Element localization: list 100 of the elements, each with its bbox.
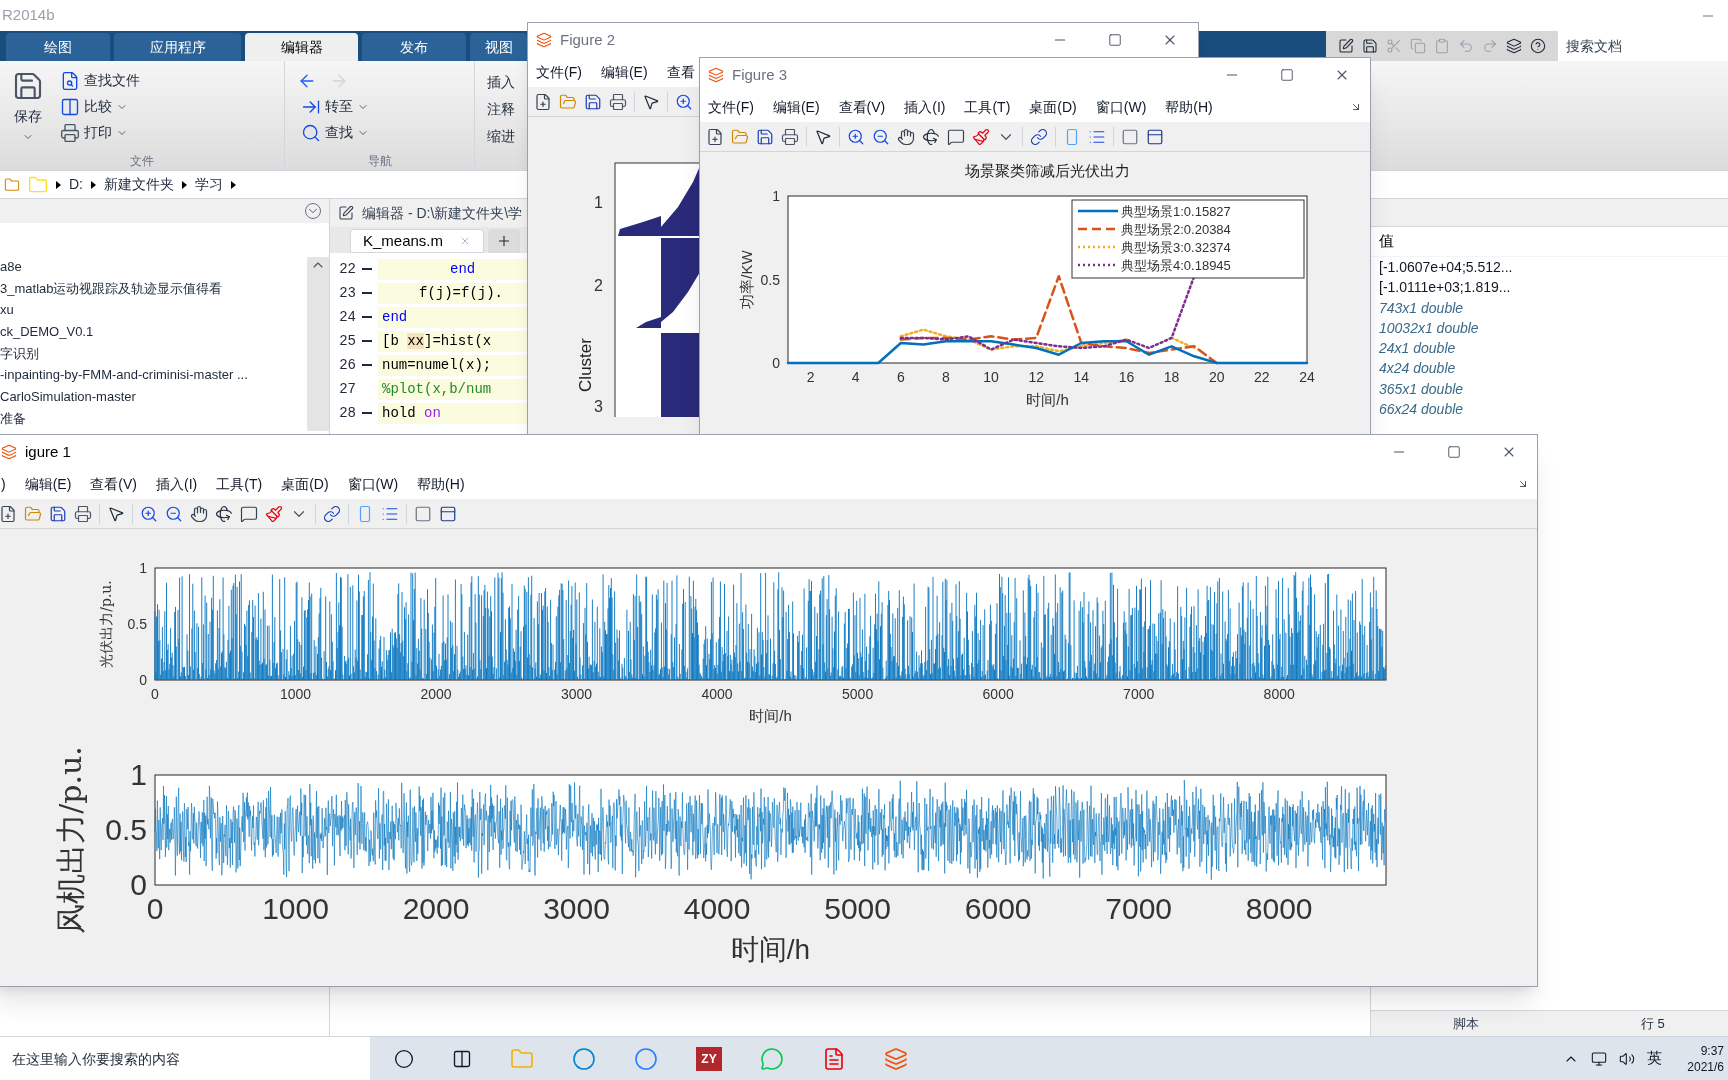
file-item[interactable]: -inpainting-by-FMM-and-criminisi-master ... [0,365,307,388]
folder-icon[interactable] [24,504,42,523]
menu-item[interactable]: 查看(V) [838,96,886,118]
folder-icon[interactable] [559,92,577,111]
rotate-icon[interactable] [215,504,233,523]
save-icon[interactable] [1362,38,1378,54]
rotate-icon[interactable] [922,127,940,146]
pointer-icon[interactable] [814,127,832,146]
ribbon-tab[interactable]: 编辑器 [245,33,358,61]
print-icon[interactable] [60,122,80,143]
brush-icon[interactable] [265,504,283,523]
folder-icon[interactable] [4,176,20,193]
hand-icon[interactable] [190,504,208,523]
panel-icon[interactable] [1146,127,1164,146]
new-tab-button[interactable] [488,229,521,253]
file-item[interactable]: CarloSimulation-master [0,387,307,409]
menu-item[interactable]: 编辑(E) [24,473,72,495]
find-files-button[interactable]: 查找文件 [56,67,144,94]
network-icon[interactable] [1591,1050,1607,1067]
volume-icon[interactable] [1619,1050,1635,1067]
maximize-icon[interactable] [1108,33,1122,47]
link-icon[interactable] [1030,127,1048,146]
menu-item[interactable]: 文件(F) [708,96,754,118]
ribbon-tab[interactable]: 应用程序 [114,33,241,61]
find-button[interactable]: 查找 [297,119,462,146]
menu-item[interactable]: 帮助(H) [1165,96,1213,118]
menu-item[interactable]: 编辑(E) [600,61,648,83]
clock-time[interactable]: 9:37 [1700,1042,1724,1059]
zoom-in-icon[interactable] [675,92,693,111]
ribbon-tab[interactable]: 发布 [362,33,466,61]
pointer-icon[interactable] [107,504,125,523]
maximize-icon[interactable] [1280,68,1294,82]
task-view-icon[interactable] [452,1048,472,1069]
square-icon[interactable] [1121,127,1139,146]
dock-arrow-icon[interactable] [1350,101,1362,113]
dock-arrow-icon[interactable] [1517,478,1529,490]
input-language[interactable]: 英 [1647,1047,1662,1070]
search-circle-icon[interactable] [394,1048,414,1069]
menu-item[interactable]: 查看(V) [90,473,137,495]
menu-item[interactable]: 插入(I) [904,96,946,118]
file-item[interactable]: xu [0,300,307,323]
menu-item[interactable]: 插入(I) [156,473,198,495]
save-icon[interactable] [49,504,67,523]
maximize-icon[interactable] [1447,445,1461,459]
search-icon[interactable] [301,122,321,143]
menu-item[interactable]: 工具(T) [216,473,263,495]
help-icon[interactable] [1530,38,1546,54]
menu-item[interactable]: 帮助(H) [417,473,465,495]
search-field[interactable]: 搜索文档 [1558,31,1728,61]
square-icon[interactable] [414,504,432,523]
zoom-in-icon[interactable] [847,127,865,146]
menu-item[interactable]: 桌面(D) [1029,96,1077,118]
print-icon[interactable] [74,504,92,523]
print-icon[interactable] [781,127,799,146]
hand-icon[interactable] [897,127,915,146]
print-button[interactable]: 打印 [56,119,144,146]
office-icon[interactable] [822,1046,846,1071]
app-icon[interactable]: ZY [696,1046,722,1071]
file-item[interactable]: ck_DEMO_V0.1 [0,322,307,344]
save-icon[interactable] [756,127,774,146]
menu-item[interactable]: ) [1,473,6,495]
file-item[interactable]: a8e [0,257,307,279]
zoom-in-icon[interactable] [140,504,158,523]
ribbon-tab[interactable]: 绘图 [6,33,110,61]
compare-button[interactable]: 比较 [56,93,144,120]
go-to-button[interactable]: 转至 [297,93,462,120]
menu-item[interactable]: 工具(T) [964,96,1011,118]
file-item[interactable]: 准备 [0,408,307,431]
menu-item[interactable]: 窗口(W) [347,473,399,495]
find-files-icon[interactable] [60,70,80,91]
file-item[interactable]: 字识别 [0,343,307,366]
save-icon[interactable] [12,70,44,102]
save-button[interactable]: 保存 [8,70,48,143]
file-item[interactable]: 3_matlab运动视跟踪及轨迹显示值得看 [0,278,307,301]
zoom-out-icon[interactable] [165,504,183,523]
print-icon[interactable] [609,92,627,111]
save-icon[interactable] [584,92,602,111]
zoom-out-icon[interactable] [872,127,890,146]
folder-icon[interactable] [731,127,749,146]
data-tip-icon[interactable] [240,504,258,523]
new-file-icon[interactable] [706,127,724,146]
new-file-icon[interactable] [534,92,552,111]
clock-date[interactable]: 2021/6 [1687,1058,1724,1075]
new-shortcut-icon[interactable] [1338,38,1354,54]
search-field[interactable]: 在这里输入你要搜索的内容 [0,1036,370,1080]
path-segment[interactable]: D: [69,174,83,195]
menu-item[interactable]: 窗口(W) [1095,96,1147,118]
file-tab[interactable]: K_means.m [350,229,485,253]
menu-item[interactable]: 查看 [666,61,695,83]
compare-icon[interactable] [60,96,80,117]
path-segment[interactable]: 学习 [195,174,223,195]
pointer-icon[interactable] [642,92,660,111]
panel-icon[interactable] [439,504,457,523]
ribbon-tab[interactable]: 视图 [470,33,527,61]
path-segment[interactable]: 新建文件夹 [104,174,174,195]
menu-item[interactable]: 桌面(D) [281,473,329,495]
link-icon[interactable] [323,504,341,523]
menu-item[interactable]: 文件(F) [536,61,582,83]
new-file-icon[interactable] [0,504,17,523]
menu-item[interactable]: 编辑(E) [772,96,820,118]
